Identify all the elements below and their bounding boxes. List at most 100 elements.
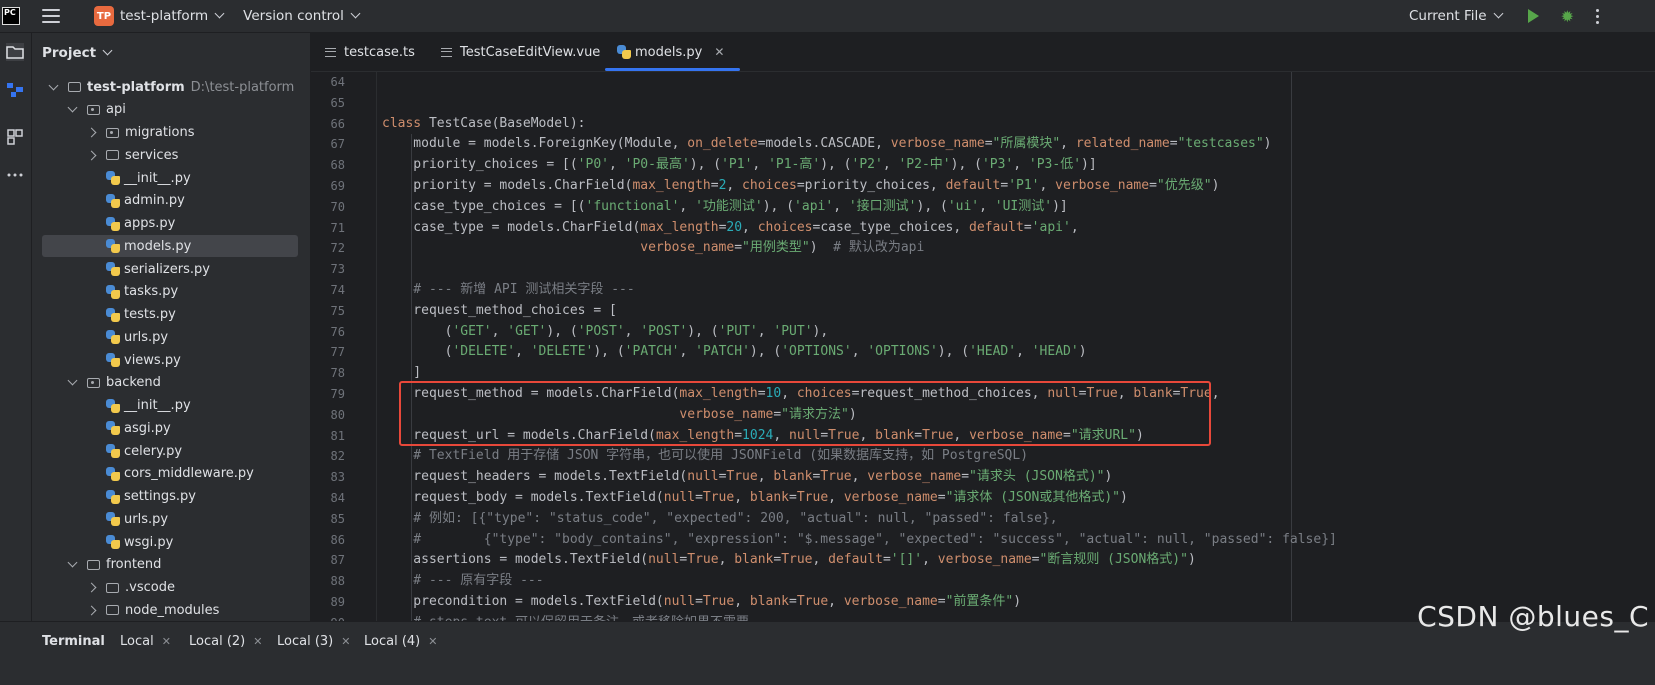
tab-terminal-local-3[interactable]: Local (3) ✕ bbox=[277, 634, 350, 649]
close-icon[interactable]: ✕ bbox=[341, 635, 350, 648]
chevron-down-icon[interactable] bbox=[67, 557, 78, 568]
close-icon[interactable]: ✕ bbox=[253, 635, 262, 648]
chevron-down-icon[interactable] bbox=[67, 102, 78, 113]
tree-item-file[interactable]: cors_middleware.py bbox=[42, 463, 298, 485]
tree-item-file[interactable]: celery.py bbox=[42, 440, 298, 462]
chevron-down-icon[interactable] bbox=[1493, 8, 1504, 18]
tree-item-file[interactable]: tests.py bbox=[42, 304, 298, 326]
line-number[interactable]: 75 bbox=[311, 301, 345, 322]
run-config-selector[interactable]: Current File bbox=[1409, 8, 1487, 24]
line-number[interactable]: 81 bbox=[311, 426, 345, 447]
tree-item-file[interactable]: tasks.py bbox=[42, 281, 298, 303]
folder-icon bbox=[87, 559, 100, 570]
tree-item-folder[interactable]: api bbox=[42, 99, 298, 121]
tree-item-folder[interactable]: backend bbox=[42, 372, 298, 394]
chevron-down-icon[interactable] bbox=[214, 8, 225, 18]
line-number[interactable]: 79 bbox=[311, 384, 345, 405]
version-control-menu[interactable]: Version control bbox=[243, 8, 344, 24]
tree-item-file[interactable]: __init__.py bbox=[42, 395, 298, 417]
project-selector[interactable]: test-platform bbox=[120, 8, 208, 24]
chevron-down-icon[interactable] bbox=[48, 80, 59, 90]
line-number[interactable]: 71 bbox=[311, 218, 345, 239]
close-icon[interactable]: ✕ bbox=[428, 635, 437, 648]
chevron-right-icon[interactable] bbox=[86, 150, 97, 161]
tree-item-file[interactable]: apps.py bbox=[42, 213, 298, 235]
code-line: 64 bbox=[311, 72, 1655, 93]
tab-testcaseeditview-vue[interactable]: TestCaseEditView.vue bbox=[441, 33, 600, 71]
line-number[interactable]: 88 bbox=[311, 571, 345, 592]
main-menu-icon[interactable] bbox=[42, 9, 60, 23]
line-number[interactable]: 69 bbox=[311, 176, 345, 197]
structure-icon[interactable] bbox=[6, 81, 24, 99]
tree-item-label: serializers.py bbox=[124, 261, 210, 277]
tab-terminal-local[interactable]: Local ✕ bbox=[120, 634, 171, 649]
more-actions-icon[interactable] bbox=[1596, 8, 1599, 24]
chevron-down-icon[interactable] bbox=[67, 375, 78, 386]
folder-icon bbox=[106, 127, 119, 138]
code-editor[interactable]: 64 65 66 class TestCase(BaseModel): 67 modul… bbox=[311, 72, 1655, 621]
tree-item-folder[interactable]: frontend bbox=[42, 554, 298, 576]
line-number[interactable]: 65 bbox=[311, 93, 345, 114]
line-number[interactable]: 70 bbox=[311, 197, 345, 218]
tree-item-file[interactable]: models.py bbox=[42, 235, 298, 258]
tree-item-file[interactable]: views.py bbox=[42, 349, 298, 371]
title-bar: PC TP test-platform Version control Curr… bbox=[0, 0, 1655, 33]
debug-icon[interactable]: ✹ bbox=[1561, 7, 1574, 26]
line-number[interactable]: 85 bbox=[311, 509, 345, 530]
line-number[interactable]: 86 bbox=[311, 530, 345, 551]
line-number[interactable]: 66 bbox=[311, 114, 345, 135]
chevron-right-icon[interactable] bbox=[86, 605, 97, 616]
project-badge[interactable]: TP bbox=[94, 6, 114, 26]
run-icon[interactable] bbox=[1527, 9, 1539, 23]
chevron-right-icon[interactable] bbox=[86, 582, 97, 593]
project-panel-header[interactable]: Project bbox=[32, 33, 310, 73]
tree-item-file[interactable]: wsgi.py bbox=[42, 531, 298, 553]
tree-item-file[interactable]: __init__.py bbox=[42, 167, 298, 189]
tree-item-file[interactable]: asgi.py bbox=[42, 417, 298, 439]
tab-testcase-ts[interactable]: testcase.ts bbox=[325, 33, 415, 71]
line-number[interactable]: 84 bbox=[311, 488, 345, 509]
tree-item-file[interactable]: settings.py bbox=[42, 486, 298, 508]
chevron-down-icon[interactable] bbox=[102, 45, 113, 55]
project-folder-icon[interactable] bbox=[6, 43, 24, 61]
line-number[interactable]: 68 bbox=[311, 155, 345, 176]
line-number[interactable]: 73 bbox=[311, 259, 345, 280]
more-tools-icon[interactable] bbox=[6, 166, 24, 184]
tree-item-folder[interactable]: test-platform D:\test-platform bbox=[42, 76, 298, 98]
tree-item-folder[interactable]: .vscode bbox=[42, 577, 298, 599]
code-text: # 例如: [{"type": "status_code", "expected… bbox=[382, 510, 1058, 526]
line-number[interactable]: 83 bbox=[311, 467, 345, 488]
tree-item-file[interactable]: urls.py bbox=[42, 508, 298, 530]
plugins-icon[interactable] bbox=[6, 128, 24, 146]
tree-item-file[interactable]: serializers.py bbox=[42, 258, 298, 280]
line-number[interactable]: 76 bbox=[311, 322, 345, 343]
line-number[interactable]: 82 bbox=[311, 446, 345, 467]
line-number[interactable]: 74 bbox=[311, 280, 345, 301]
line-number[interactable]: 87 bbox=[311, 550, 345, 571]
line-number[interactable]: 64 bbox=[311, 72, 345, 93]
tab-terminal[interactable]: Terminal bbox=[42, 634, 105, 649]
line-number[interactable]: 77 bbox=[311, 342, 345, 363]
tree-item-file[interactable]: admin.py bbox=[42, 190, 298, 212]
code-line: 67 module = models.ForeignKey(Module, on… bbox=[311, 134, 1655, 155]
folder-icon bbox=[68, 82, 81, 92]
close-icon[interactable]: ✕ bbox=[162, 635, 171, 648]
app-logo-icon[interactable]: PC bbox=[2, 7, 20, 25]
tree-item-folder[interactable]: services bbox=[42, 144, 298, 166]
tab-terminal-local-2[interactable]: Local (2) ✕ bbox=[189, 634, 262, 649]
tab-models-py[interactable]: models.py ✕ bbox=[604, 33, 741, 71]
line-number[interactable]: 78 bbox=[311, 363, 345, 384]
line-number[interactable]: 67 bbox=[311, 134, 345, 155]
folder-icon bbox=[106, 582, 119, 593]
tab-terminal-local-4[interactable]: Local (4) ✕ bbox=[364, 634, 437, 649]
close-tab-icon[interactable]: ✕ bbox=[714, 45, 724, 59]
chevron-down-icon[interactable] bbox=[350, 8, 361, 18]
line-number[interactable]: 89 bbox=[311, 592, 345, 613]
tree-item-folder[interactable]: migrations bbox=[42, 122, 298, 144]
line-number[interactable]: 80 bbox=[311, 405, 345, 426]
line-number[interactable]: 90 bbox=[311, 613, 345, 621]
tree-item-file[interactable]: urls.py bbox=[42, 326, 298, 348]
chevron-right-icon[interactable] bbox=[86, 127, 97, 138]
tree-item-folder[interactable]: node_modules bbox=[42, 599, 298, 621]
line-number[interactable]: 72 bbox=[311, 238, 345, 259]
